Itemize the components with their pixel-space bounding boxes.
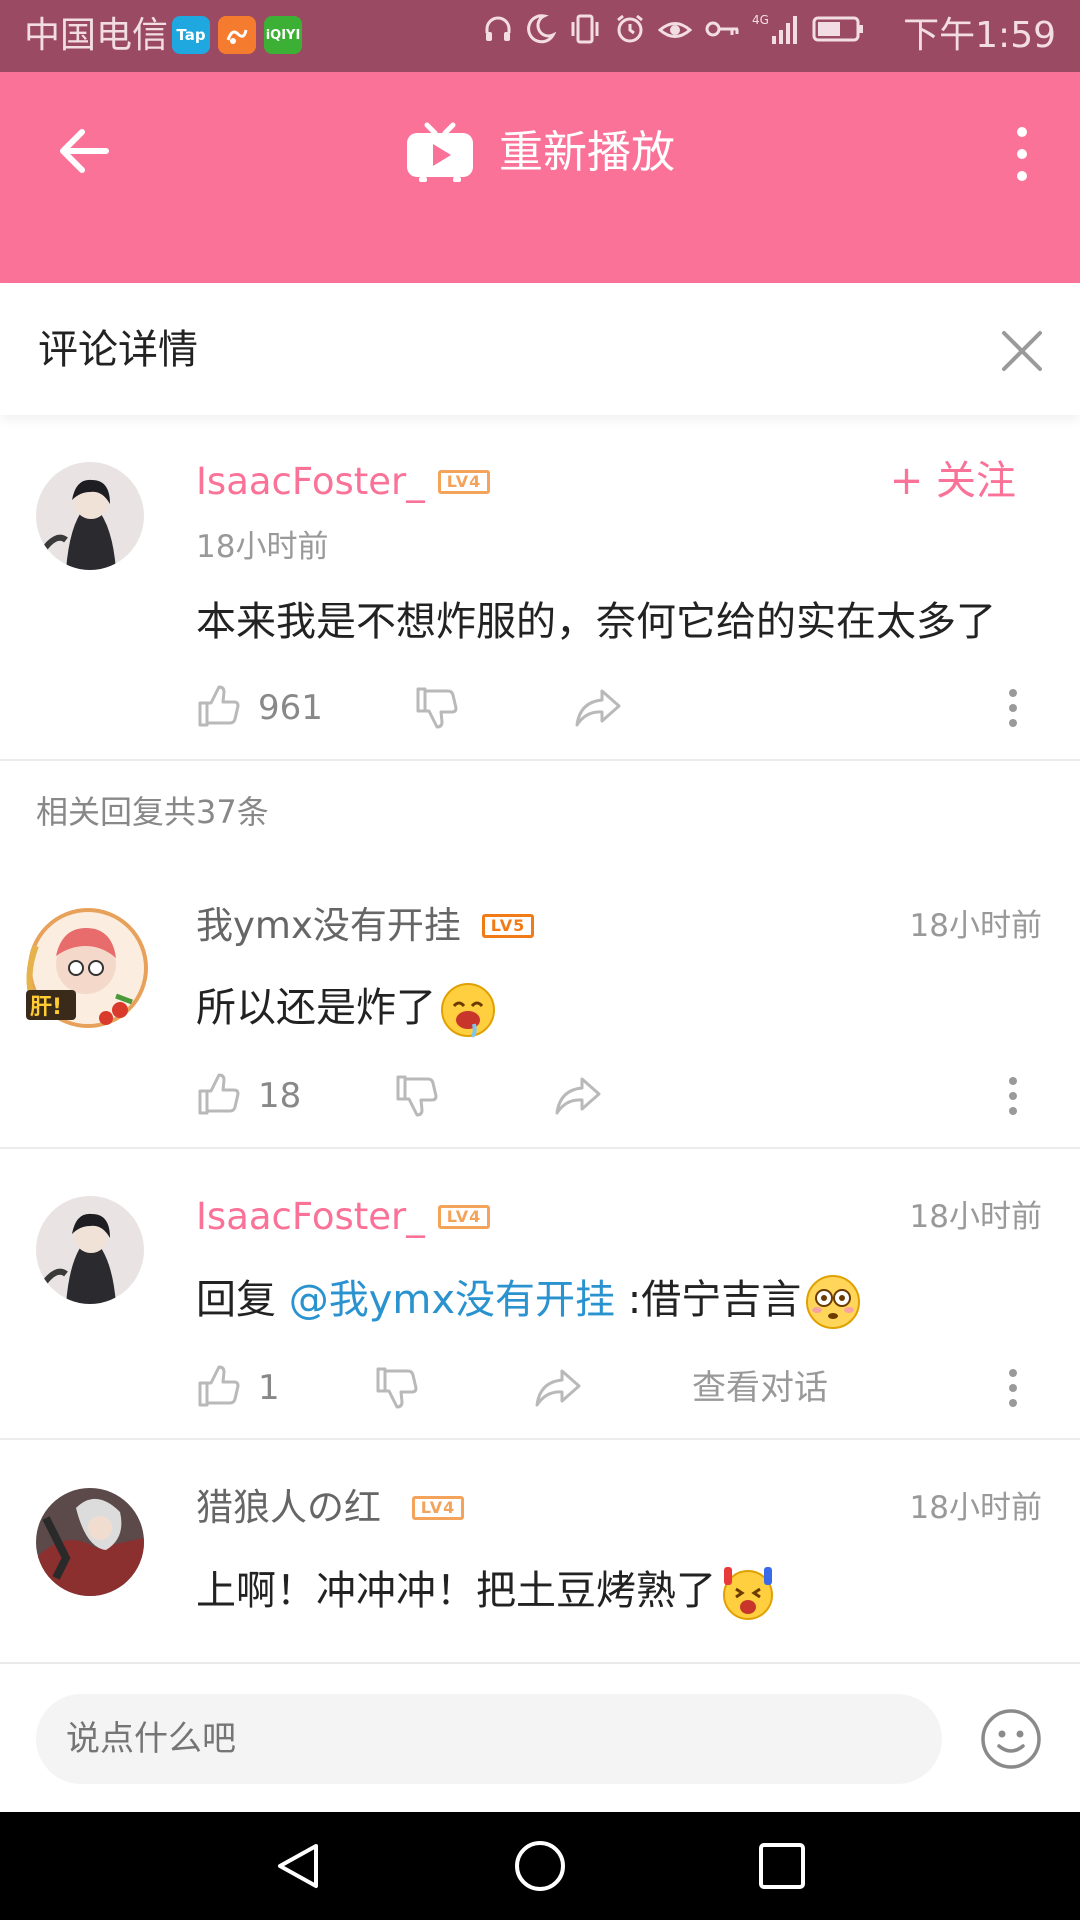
share-icon	[535, 1369, 581, 1407]
reply-more-button[interactable]	[1008, 1368, 1018, 1408]
reply-username[interactable]: IsaacFoster_	[196, 1194, 425, 1240]
level-badge: LV4	[438, 1205, 490, 1229]
comment-input-bar	[0, 1662, 1080, 1812]
share-button[interactable]	[534, 1368, 582, 1412]
divider	[0, 1438, 1080, 1440]
comment-time: 18小时前	[196, 529, 329, 565]
tv-play-icon	[407, 122, 473, 182]
taptap-icon: Tap	[172, 16, 210, 54]
battery-icon	[812, 16, 863, 42]
dislike-button[interactable]	[414, 686, 458, 734]
clock: 下午1:59	[903, 15, 1056, 56]
share-icon	[555, 1077, 601, 1115]
close-button[interactable]	[998, 327, 1046, 375]
avatar[interactable]	[36, 462, 144, 570]
reply-username[interactable]: 我ymx没有开挂	[196, 903, 461, 949]
thumbs-up-icon	[198, 1073, 240, 1115]
triangle-back-icon	[278, 1844, 318, 1888]
reply-username[interactable]: 猎狼人の红	[196, 1485, 381, 1531]
like-button[interactable]	[196, 1364, 240, 1412]
more-vertical-icon	[1009, 1077, 1017, 1115]
square-recents-icon	[759, 1843, 805, 1889]
nav-recents-button[interactable]	[756, 1840, 808, 1896]
replay-label: 重新播放	[499, 127, 675, 178]
comment-detail-header: 评论详情	[0, 283, 1080, 415]
close-icon	[1002, 331, 1042, 371]
like-count: 961	[258, 688, 323, 728]
circle-home-icon	[515, 1841, 565, 1891]
smiley-icon	[981, 1709, 1041, 1769]
headphones-icon	[485, 16, 511, 41]
like-button[interactable]	[196, 1072, 240, 1120]
thumbs-down-icon	[416, 687, 458, 729]
follow-button[interactable]: + 关注	[890, 455, 1016, 507]
system-navigation-bar	[0, 1812, 1080, 1920]
comment-username[interactable]: IsaacFoster_	[196, 459, 425, 505]
signal-4g-icon: 4G	[752, 13, 797, 44]
reply-time: 18小时前	[909, 1490, 1042, 1526]
svg-text:肝!: 肝!	[30, 995, 62, 1020]
uc-browser-icon	[218, 16, 256, 54]
more-vertical-icon	[1009, 689, 1017, 727]
share-icon	[575, 689, 621, 727]
dizzy-face-emoji-icon	[806, 1275, 861, 1329]
reply-time: 18小时前	[909, 908, 1042, 944]
reply-more-button[interactable]	[1008, 1076, 1018, 1116]
more-vertical-icon	[1009, 1369, 1017, 1407]
iqiyi-icon: iQIYI	[264, 16, 302, 54]
comment-content: 本来我是不想炸服的，奈何它给的实在太多了	[196, 599, 996, 645]
replies-count: 相关回复共37条	[36, 793, 269, 831]
more-vertical-icon	[1017, 127, 1027, 181]
nav-home-button[interactable]	[514, 1840, 566, 1896]
thumbs-up-icon	[198, 685, 240, 727]
dislike-button[interactable]	[394, 1074, 438, 1122]
status-bar: 中国电信 ◎ Tap iQIYI 4G 下午1:59	[0, 0, 1080, 72]
thumbs-up-icon	[198, 1365, 240, 1407]
more-options-button[interactable]	[1012, 126, 1032, 182]
reply-content: 所以还是炸了	[196, 980, 496, 1038]
reply-time: 18小时前	[909, 1199, 1042, 1235]
dislike-button[interactable]	[374, 1366, 418, 1414]
svg-text:4G: 4G	[752, 13, 769, 27]
replay-button[interactable]: 重新播放	[0, 122, 1080, 184]
nav-back-button[interactable]	[272, 1840, 324, 1896]
avatar[interactable]: 肝!	[20, 906, 150, 1036]
alarm-icon	[617, 14, 643, 43]
follow-label: + 关注	[889, 458, 1016, 504]
thumbs-down-icon	[396, 1075, 438, 1117]
cheering-emoji-icon	[723, 1567, 773, 1620]
share-button[interactable]	[554, 1076, 602, 1120]
moon-icon	[527, 14, 556, 44]
share-button[interactable]	[574, 688, 622, 732]
system-icons: 4G	[482, 12, 864, 46]
drooling-emoji-icon	[441, 983, 495, 1038]
app-bar: 重新播放	[0, 72, 1080, 283]
reply-content: 上啊！冲冲冲！把土豆烤熟了	[196, 1563, 776, 1621]
comment-input[interactable]	[36, 1694, 942, 1784]
level-badge: LV5	[482, 914, 534, 938]
comment-more-button[interactable]	[1008, 688, 1018, 728]
eye-icon	[658, 22, 692, 38]
like-button[interactable]	[196, 684, 240, 732]
reply-content: 回复 @我ymx没有开挂 :借宁吉言	[196, 1272, 861, 1330]
divider	[0, 1147, 1080, 1149]
level-badge: LV4	[438, 470, 490, 494]
avatar[interactable]	[36, 1488, 144, 1596]
emoji-button[interactable]	[980, 1708, 1042, 1770]
like-count: 18	[258, 1076, 302, 1116]
mention-link[interactable]: @我ymx没有开挂	[289, 1277, 615, 1323]
page-title: 评论详情	[38, 327, 198, 373]
like-count: 1	[258, 1368, 280, 1408]
level-badge: LV4	[412, 1496, 464, 1520]
divider	[0, 759, 1080, 761]
notification-app-icons: Tap iQIYI	[172, 16, 302, 54]
vibrate-icon	[571, 14, 599, 44]
view-dialog-link[interactable]: 查看对话	[692, 1368, 828, 1408]
thumbs-down-icon	[376, 1367, 418, 1409]
key-icon	[705, 21, 739, 37]
avatar[interactable]	[36, 1196, 144, 1304]
